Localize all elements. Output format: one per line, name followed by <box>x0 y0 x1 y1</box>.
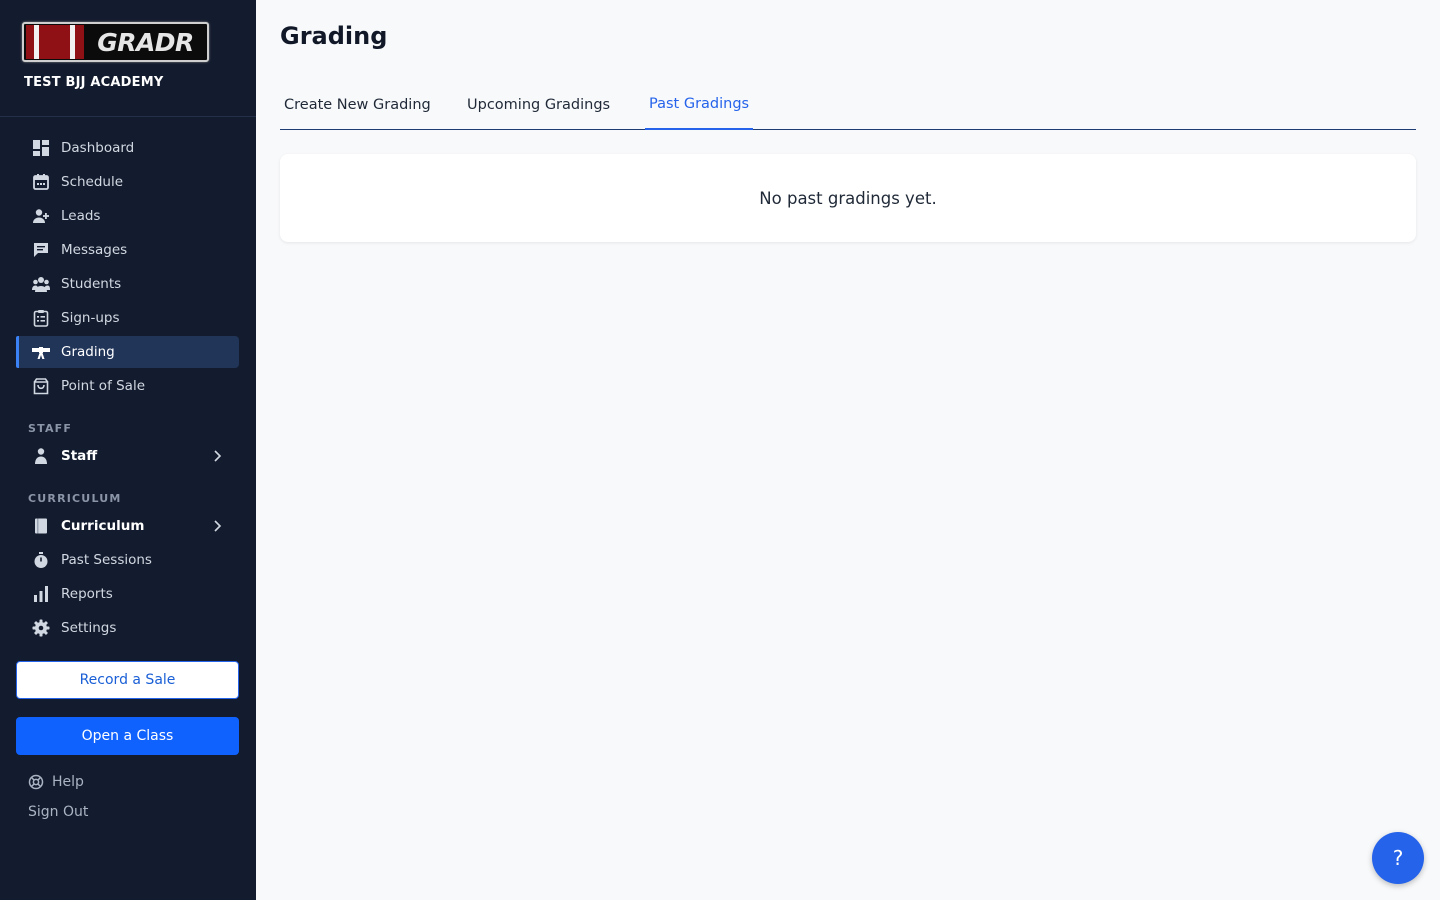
sidebar-item-label: Messages <box>61 242 128 258</box>
gear-icon <box>32 619 50 637</box>
belt-icon <box>32 343 50 361</box>
sidebar: GRADR TEST BJJ ACADEMY Dashboard Schedul… <box>0 0 256 900</box>
sidebar-item-messages[interactable]: Messages <box>16 234 239 266</box>
sidebar-item-label: Schedule <box>61 174 124 190</box>
empty-state-card: No past gradings yet. <box>280 154 1416 242</box>
sidebar-item-staff[interactable]: Staff <box>16 440 239 472</box>
sidebar-item-past-sessions[interactable]: Past Sessions <box>16 544 239 576</box>
help-link[interactable]: Help <box>28 774 84 790</box>
grading-tabs: Create New Grading Upcoming Gradings Pas… <box>280 80 1416 130</box>
record-sale-button[interactable]: Record a Sale <box>16 661 239 699</box>
sidebar-item-students[interactable]: Students <box>16 268 239 300</box>
sidebar-item-dashboard[interactable]: Dashboard <box>16 132 239 164</box>
help-label: Help <box>52 774 84 790</box>
sidebar-item-label: Leads <box>61 208 101 224</box>
sidebar-item-reports[interactable]: Reports <box>16 578 239 610</box>
bar-chart-icon <box>32 585 50 603</box>
tab-create-new-grading[interactable]: Create New Grading <box>280 80 435 130</box>
sidebar-item-label: Sign-ups <box>61 310 120 326</box>
logo-text: GRADR <box>97 27 194 57</box>
clipboard-icon <box>32 309 50 327</box>
logo-mark-icon <box>26 25 84 59</box>
stopwatch-icon <box>32 551 50 569</box>
shopping-bag-icon <box>32 377 50 395</box>
sidebar-item-label: Curriculum <box>61 518 145 534</box>
tab-upcoming-gradings[interactable]: Upcoming Gradings <box>463 80 614 130</box>
lifebuoy-icon <box>28 774 44 790</box>
book-icon <box>32 517 50 535</box>
open-class-button[interactable]: Open a Class <box>16 717 239 755</box>
gradr-logo[interactable]: GRADR <box>22 22 209 62</box>
chevron-right-icon <box>209 518 225 538</box>
main-content: Grading Create New Grading Upcoming Grad… <box>256 0 1440 900</box>
staff-section-label: STAFF <box>28 422 73 435</box>
sidebar-item-label: Dashboard <box>61 140 135 156</box>
add-person-icon <box>32 207 50 225</box>
sidebar-item-label: Students <box>61 276 122 292</box>
sign-out-link[interactable]: Sign Out <box>28 804 88 820</box>
sidebar-item-label: Reports <box>61 586 113 602</box>
curriculum-section-label: CURRICULUM <box>28 492 122 505</box>
chat-icon <box>32 241 50 259</box>
sidebar-item-point-of-sale[interactable]: Point of Sale <box>16 370 239 402</box>
sidebar-item-schedule[interactable]: Schedule <box>16 166 239 198</box>
group-icon <box>32 275 50 293</box>
academy-name: TEST BJJ ACADEMY <box>24 75 164 90</box>
empty-state-message: No past gradings yet. <box>759 188 937 208</box>
sidebar-item-label: Grading <box>61 344 115 360</box>
sidebar-item-curriculum[interactable]: Curriculum <box>16 510 239 542</box>
sidebar-item-label: Staff <box>61 448 98 464</box>
help-fab-button[interactable]: ? <box>1372 832 1424 884</box>
person-icon <box>32 447 50 465</box>
sidebar-item-settings[interactable]: Settings <box>16 612 239 644</box>
calendar-icon <box>32 173 50 191</box>
sidebar-item-label: Settings <box>61 620 117 636</box>
brand-header: GRADR TEST BJJ ACADEMY <box>0 0 256 117</box>
tab-past-gradings[interactable]: Past Gradings <box>645 80 754 130</box>
chevron-right-icon <box>209 448 225 468</box>
page-title: Grading <box>280 22 388 50</box>
dashboard-icon <box>32 139 50 157</box>
sidebar-item-leads[interactable]: Leads <box>16 200 239 232</box>
sidebar-item-label: Past Sessions <box>61 552 152 568</box>
sidebar-item-label: Point of Sale <box>61 378 146 394</box>
sidebar-item-grading[interactable]: Grading <box>16 336 239 368</box>
sidebar-item-sign-ups[interactable]: Sign-ups <box>16 302 239 334</box>
